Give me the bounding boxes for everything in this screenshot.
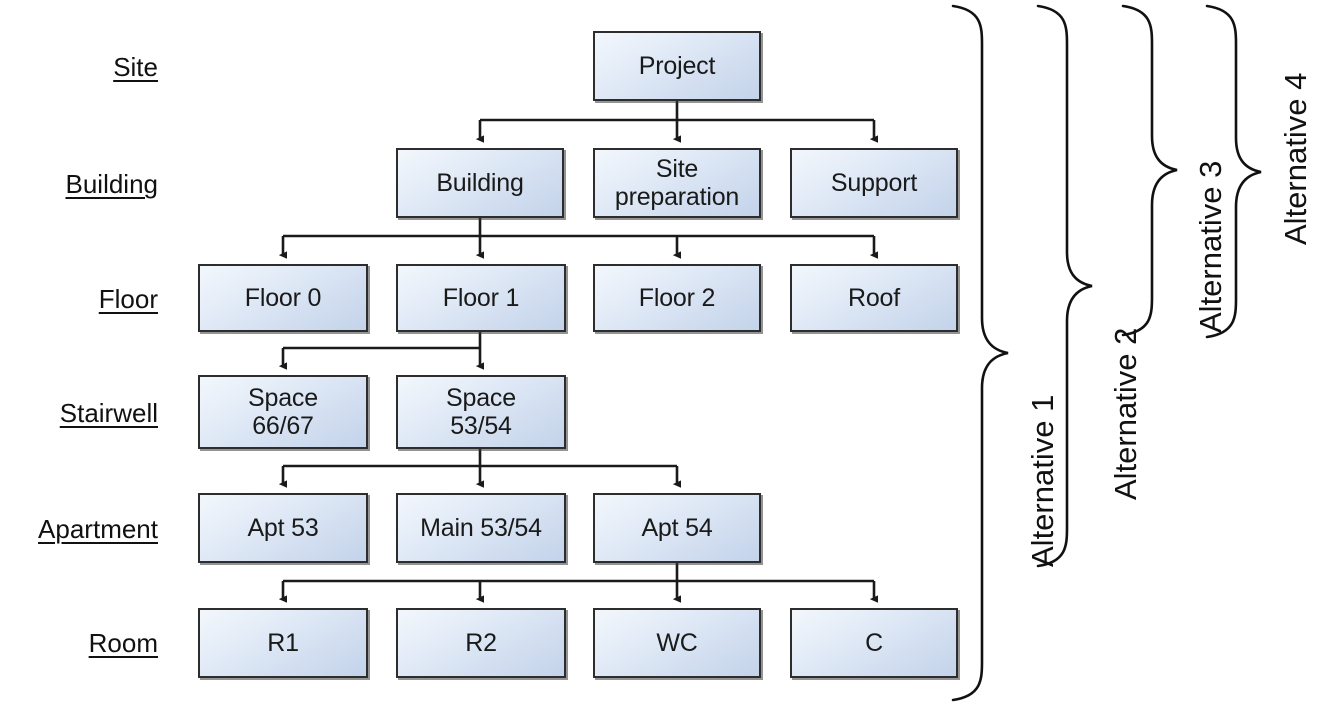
node-floor-2[interactable]: Floor 2 [593,264,761,332]
node-label-c: C [865,629,883,657]
node-site-preparation[interactable]: Site preparation [593,148,761,218]
node-label-floor-2: Floor 2 [638,284,716,312]
node-label-space-53-54: Space 53/54 [446,384,516,440]
node-label-support: Support [830,169,918,197]
node-label-roof: Roof [847,284,900,312]
node-building[interactable]: Building [396,148,564,218]
node-floor-1[interactable]: Floor 1 [396,264,566,332]
row-label-building: Building [65,169,158,199]
node-wc[interactable]: WC [593,608,761,678]
node-r2[interactable]: R2 [396,608,566,678]
node-roof[interactable]: Roof [790,264,958,332]
row-label-apartment: Apartment [38,514,158,544]
node-label-project: Project [638,52,716,80]
node-label-building: Building [436,169,524,197]
row-label-stairwell: Stairwell [59,398,158,428]
node-label-r2: R2 [465,629,497,657]
brace-alternative-1 [951,4,1009,702]
node-label-main-53-54: Main 53/54 [420,514,542,542]
node-label-space-66-67: Space 66/67 [248,384,318,440]
node-c[interactable]: C [790,608,958,678]
alternative-3-label: Alternative 3 [1193,160,1228,333]
alternative-1-label: Alternative 1 [1025,394,1060,567]
node-support[interactable]: Support [790,148,958,218]
node-label-floor-1: Floor 1 [442,284,520,312]
alternative-4-label: Alternative 4 [1278,72,1313,245]
node-apt-53[interactable]: Apt 53 [198,493,368,563]
brace-alternative-3 [1121,4,1178,337]
node-label-wc: WC [656,629,698,657]
node-label-site-preparation: Site preparation [614,155,740,211]
node-main-53-54[interactable]: Main 53/54 [396,493,566,563]
node-space-66-67[interactable]: Space 66/67 [198,375,368,449]
node-label-apt-53: Apt 53 [247,514,319,542]
node-project[interactable]: Project [593,31,761,101]
node-r1[interactable]: R1 [198,608,368,678]
node-floor-0[interactable]: Floor 0 [198,264,368,332]
alternative-2-label: Alternative 2 [1108,327,1143,500]
node-label-floor-0: Floor 0 [244,284,322,312]
node-apt-54[interactable]: Apt 54 [593,493,761,563]
row-label-floor: Floor [98,284,158,314]
node-label-r1: R1 [267,629,299,657]
row-label-site: Site [113,52,158,82]
node-space-53-54[interactable]: Space 53/54 [396,375,566,449]
decomposition-diagram: Site Building Floor Stairwell Apartment … [0,0,1333,703]
node-label-apt-54: Apt 54 [641,514,713,542]
row-label-room: Room [88,628,158,658]
